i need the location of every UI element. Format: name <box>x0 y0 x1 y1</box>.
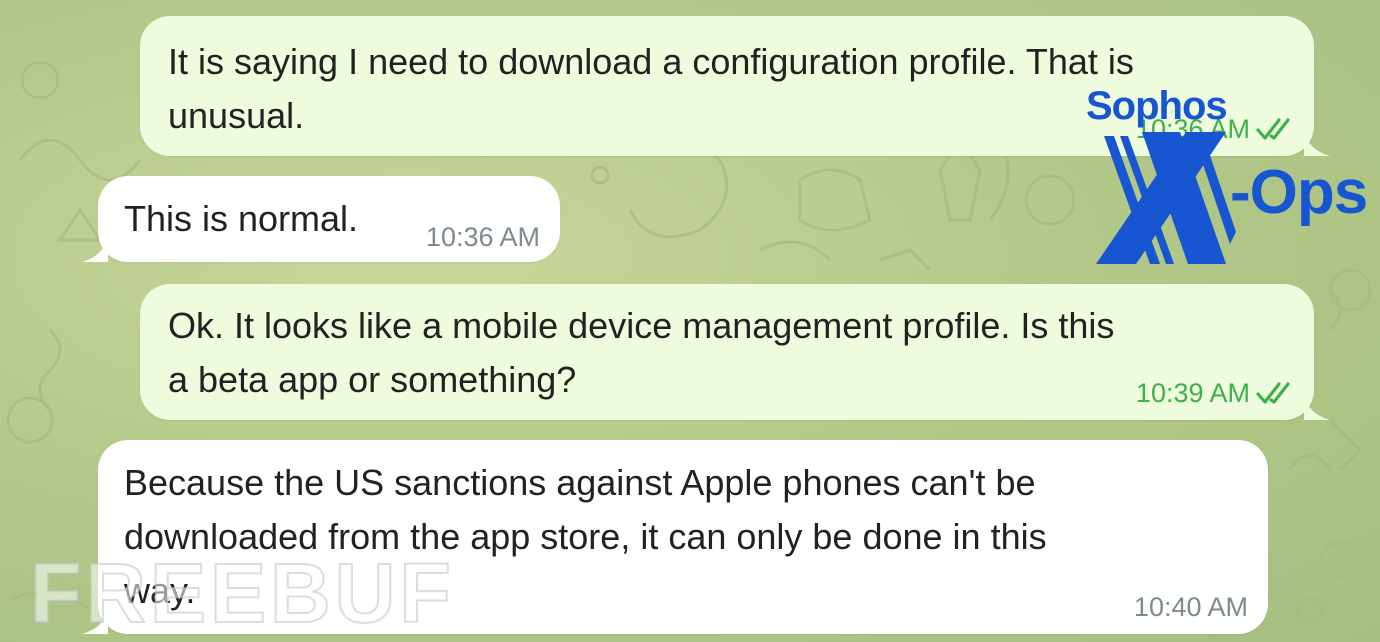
message-meta: 10:40 AM <box>1134 592 1248 622</box>
double-check-icon <box>1256 382 1290 404</box>
logo-brand-text: Sophos <box>1086 84 1228 128</box>
message-timestamp: 10:40 AM <box>1133 592 1248 622</box>
bubble-tail <box>1304 394 1330 420</box>
message-text: It is saying I need to download a config… <box>168 41 1134 82</box>
message-text: a beta app or something? <box>168 359 577 400</box>
freebuf-watermark: FREEBUF <box>29 546 455 640</box>
message-bubble-outgoing[interactable]: Ok. It looks like a mobile device manage… <box>140 284 1330 420</box>
message-meta: 10:36 AM <box>426 222 540 252</box>
bubble-tail <box>82 236 108 262</box>
message-timestamp: 10:39 AM <box>1135 378 1250 408</box>
logo-product-text: -Ops <box>1230 158 1368 227</box>
message-text: Ok. It looks like a mobile device manage… <box>168 305 1115 346</box>
sophos-xops-logo: Sophos -Ops <box>1080 84 1380 264</box>
logo-x-mark <box>1096 132 1236 264</box>
message-text: Because the US sanctions against Apple p… <box>124 462 1036 503</box>
message-timestamp: 10:36 AM <box>425 222 540 252</box>
message-meta: 10:39 AM <box>1136 378 1296 408</box>
message-bubble-incoming[interactable]: This is normal. 10:36 AM <box>82 176 560 262</box>
